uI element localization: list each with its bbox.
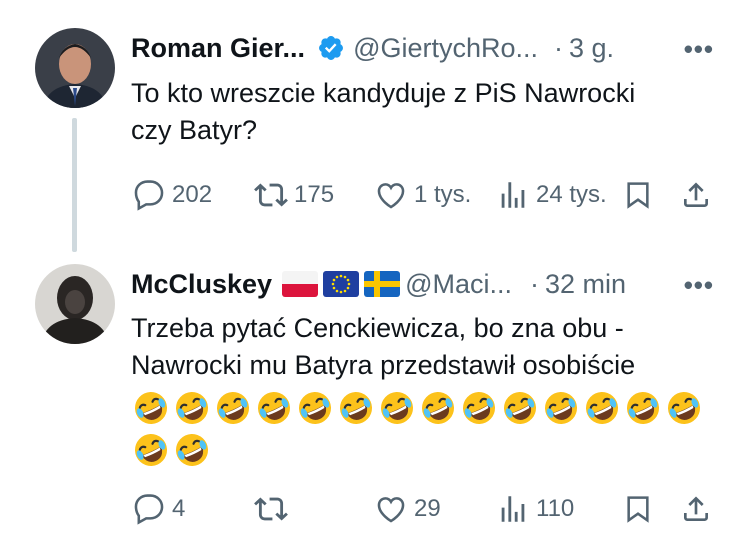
rofl-emoji-icon (336, 388, 376, 428)
separator-dot: · (530, 268, 539, 299)
like-button[interactable]: 29 (374, 492, 441, 526)
more-options-icon[interactable]: ••• (684, 34, 714, 65)
tweet-roman-giertych[interactable]: Roman Gier... @GiertychRo... · 3 g. ••• … (0, 0, 750, 252)
retweet-button[interactable] (254, 492, 294, 526)
like-button[interactable]: 1 tys. (374, 178, 471, 212)
heart-icon (377, 183, 405, 209)
separator-dot: · (554, 32, 564, 63)
tweet-mccluskey[interactable]: McCluskey @Maci... · 32 min ••• Trzeba p… (0, 250, 750, 557)
username-handle[interactable]: @GiertychRo... (353, 33, 538, 64)
emoji-row (131, 388, 704, 428)
action-bar: 4 29 110 (0, 492, 750, 532)
reply-button[interactable]: 202 (132, 178, 212, 212)
rofl-emoji-icon (254, 388, 294, 428)
bookmark-icon (627, 496, 649, 523)
timestamp[interactable]: 32 min (545, 269, 626, 300)
tweet-text-line: Trzeba pytać Cenckiewicza, bo zna obu - (131, 313, 624, 343)
action-bar: 202 175 1 tys. 24 tys. (0, 178, 750, 218)
views-button[interactable]: 110 (496, 492, 574, 526)
like-count: 1 tys. (414, 181, 472, 208)
more-options-icon[interactable]: ••• (684, 270, 714, 301)
display-name[interactable]: Roman Gier... (131, 33, 305, 64)
poland-flag-icon (282, 271, 319, 297)
tweet-text-line: To kto wreszcie kandyduje z PiS Nawrocki (131, 78, 636, 108)
share-icon (684, 182, 708, 207)
share-icon (684, 496, 708, 521)
rofl-emoji-icon (418, 388, 458, 428)
reply-button[interactable]: 4 (132, 492, 185, 526)
views-count: 24 tys. (536, 181, 607, 208)
sweden-flag-icon (364, 271, 401, 297)
retweet-count: 175 (294, 181, 335, 208)
tweet-header: McCluskey @Maci... · 32 min (131, 264, 626, 304)
emoji-row (131, 430, 212, 470)
rofl-emoji-icon (623, 388, 663, 428)
heart-icon (377, 497, 405, 523)
reply-icon (134, 494, 164, 525)
rofl-emoji-icon (377, 388, 417, 428)
tweet-text-line: czy Batyr? (131, 115, 258, 145)
views-button[interactable]: 24 tys. (496, 178, 607, 212)
like-count: 29 (414, 495, 441, 522)
retweet-button[interactable]: 175 (254, 178, 334, 212)
username-handle[interactable]: @Maci... (405, 269, 512, 300)
rofl-emoji-icon (172, 388, 212, 428)
reply-icon (134, 180, 164, 211)
eu-flag-icon (323, 271, 360, 297)
avatar[interactable] (35, 28, 115, 108)
rofl-emoji-icon (500, 388, 540, 428)
rofl-emoji-icon (459, 388, 499, 428)
timestamp[interactable]: 3 g. (569, 33, 614, 64)
rofl-emoji-icon (295, 388, 335, 428)
share-button[interactable] (680, 492, 712, 526)
tweet-header: Roman Gier... @GiertychRo... · 3 g. (131, 28, 614, 68)
retweet-icon (254, 183, 288, 207)
bookmark-icon (627, 182, 649, 209)
rofl-emoji-icon (172, 430, 212, 470)
rofl-emoji-icon (131, 430, 171, 470)
rofl-emoji-icon (131, 388, 171, 428)
tweet-text-line: Nawrocki mu Batyra przedstawił osobiście (131, 350, 636, 380)
rofl-emoji-icon (582, 388, 622, 428)
rofl-emoji-icon (664, 388, 704, 428)
rofl-emoji-icon (541, 388, 581, 428)
retweet-icon (254, 497, 288, 521)
rofl-emoji-icon (213, 388, 253, 428)
bookmark-button[interactable] (622, 492, 654, 526)
views-count: 110 (536, 495, 575, 522)
verified-badge-icon (317, 34, 345, 62)
reply-count: 4 (172, 495, 186, 522)
tweet-text: To kto wreszcie kandyduje z PiS Nawrocki… (131, 75, 731, 149)
analytics-icon (501, 496, 525, 522)
avatar[interactable] (35, 264, 115, 344)
analytics-icon (501, 182, 525, 208)
share-button[interactable] (680, 178, 712, 212)
reply-count: 202 (172, 181, 213, 208)
display-name[interactable]: McCluskey (131, 269, 272, 300)
tweet-text: Trzeba pytać Cenckiewicza, bo zna obu - … (131, 310, 731, 384)
bookmark-button[interactable] (622, 178, 654, 212)
